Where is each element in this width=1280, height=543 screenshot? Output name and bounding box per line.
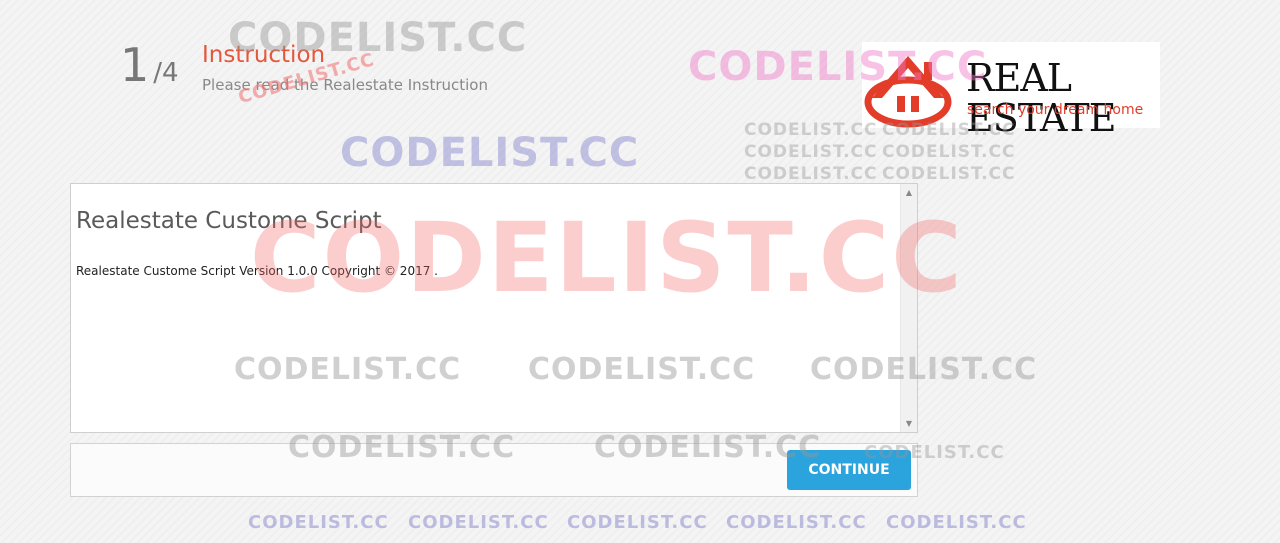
watermark: CODELIST.CC	[882, 142, 1016, 162]
step-total: /4	[153, 58, 179, 88]
panel-text: Realestate Custome Script Version 1.0.0 …	[76, 264, 438, 278]
real-estate-logo: REAL ESTATE search your dream home	[862, 42, 1160, 138]
watermark: CODELIST.CC	[567, 512, 708, 533]
watermark: CODELIST.CC	[408, 512, 549, 533]
instruction-panel[interactable]: Realestate Custome Script Realestate Cus…	[70, 183, 918, 433]
watermark: CODELIST.CC	[744, 142, 878, 162]
step-indicator: 1/4	[120, 38, 179, 92]
watermark: CODELIST.CC	[882, 164, 1016, 184]
watermark: CODELIST.CC	[248, 512, 389, 533]
step-title: Instruction	[202, 42, 326, 68]
watermark: CODELIST.CC	[744, 164, 878, 184]
watermark: CODELIST.CC	[340, 130, 640, 176]
logo-tagline: search your dream home	[967, 102, 1144, 118]
watermark: CODELIST.CC	[886, 512, 1027, 533]
watermark: CODELIST.CC	[726, 512, 867, 533]
step-current: 1	[120, 38, 150, 92]
panel-scrollbar[interactable]: ▲ ▼	[900, 184, 917, 432]
continue-button[interactable]: CONTINUE	[787, 450, 911, 490]
panel-heading: Realestate Custome Script	[76, 208, 382, 234]
scroll-up-arrow-icon[interactable]: ▲	[901, 188, 917, 197]
scroll-down-arrow-icon[interactable]: ▼	[901, 419, 917, 428]
logo-title: REAL ESTATE	[966, 56, 1117, 140]
watermark: CODELIST.CC	[744, 120, 878, 140]
step-subtitle: Please read the Realestate Instruction	[202, 76, 488, 94]
house-roof-icon	[864, 56, 952, 128]
wizard-footer: CONTINUE	[70, 443, 918, 497]
